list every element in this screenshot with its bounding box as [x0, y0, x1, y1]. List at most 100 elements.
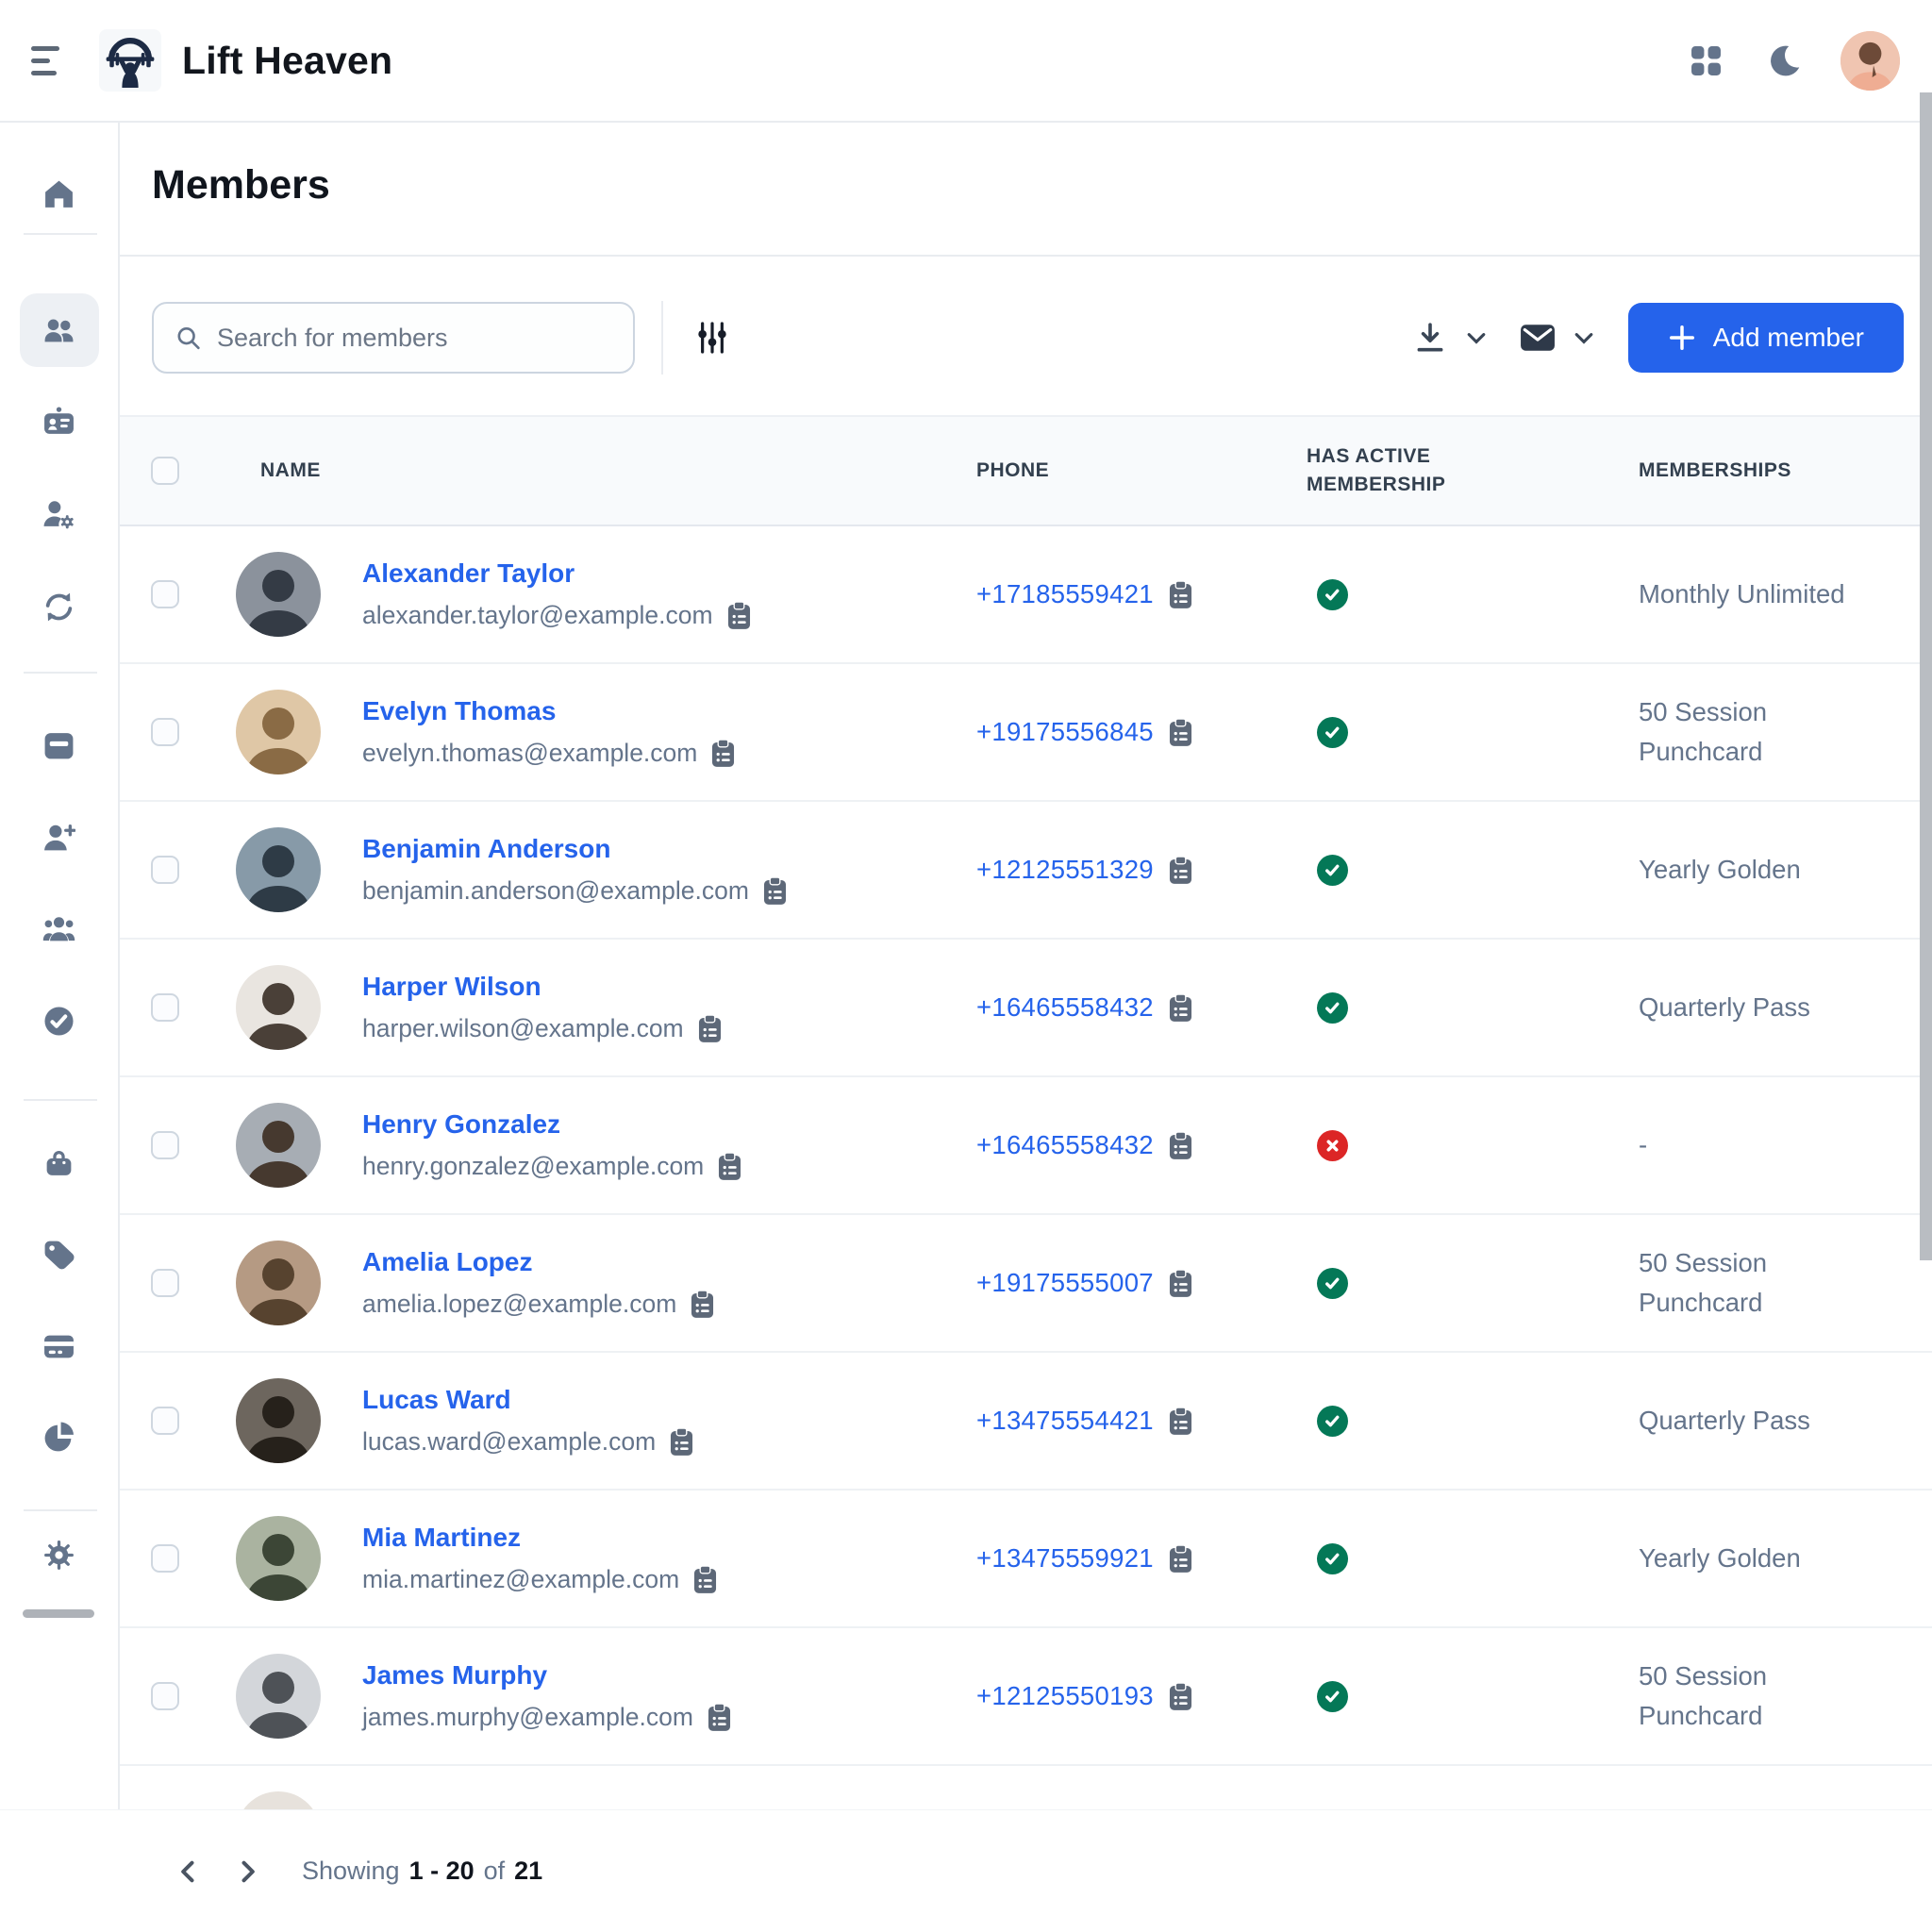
people-group-icon [42, 913, 75, 946]
dark-mode-toggle-moon-icon[interactable] [1763, 39, 1807, 82]
member-email: lucas.ward@example.com [362, 1427, 656, 1457]
sidebar-item-billing[interactable] [39, 1325, 80, 1367]
table-row[interactable]: Mia Martinez mia.martinez@example.com +1… [120, 1491, 1932, 1628]
export-chevron-down-icon[interactable] [1460, 322, 1492, 354]
column-header-name[interactable]: NAME [228, 459, 974, 482]
copy-email-icon[interactable] [670, 1427, 693, 1457]
sidebar-item-reports[interactable] [39, 1416, 80, 1457]
table-row[interactable]: Amelia Lopez amelia.lopez@example.com +1… [120, 1215, 1932, 1353]
member-avatar [236, 1516, 321, 1601]
table-row[interactable]: Alexander Taylor alexander.taylor@exampl… [120, 526, 1932, 664]
table-row[interactable]: James Murphy james.murphy@example.com +1… [120, 1628, 1932, 1766]
copy-phone-icon[interactable] [1169, 718, 1192, 747]
copy-email-icon[interactable] [763, 876, 787, 906]
member-phone[interactable]: +12125551329 [976, 855, 1154, 885]
copy-phone-icon[interactable] [1169, 1131, 1192, 1160]
sidebar-item-members-active[interactable] [20, 293, 99, 367]
menu-toggle-button[interactable] [31, 40, 73, 81]
member-name-link[interactable]: Benjamin Anderson [362, 834, 610, 864]
row-checkbox[interactable] [151, 1269, 179, 1297]
filters-sliders-icon[interactable] [688, 313, 737, 362]
member-phone[interactable]: +13475554421 [976, 1406, 1154, 1436]
copy-phone-icon[interactable] [1169, 1544, 1192, 1574]
column-header-memberships[interactable]: MEMBERSHIPS [1639, 459, 1932, 482]
copy-phone-icon[interactable] [1169, 580, 1192, 609]
row-checkbox[interactable] [151, 1131, 179, 1159]
row-checkbox[interactable] [151, 718, 179, 746]
member-name-link[interactable]: Evelyn Thomas [362, 696, 556, 726]
previous-page-button[interactable] [168, 1851, 209, 1892]
member-name-link[interactable]: Mia Martinez [362, 1523, 521, 1553]
copy-phone-icon[interactable] [1169, 856, 1192, 885]
member-phone[interactable]: +13475559921 [976, 1543, 1154, 1574]
copy-email-icon[interactable] [718, 1152, 741, 1181]
calendar-icon [42, 729, 75, 762]
member-phone[interactable]: +12125550193 [976, 1681, 1154, 1711]
sidebar-item-tags[interactable] [39, 1234, 80, 1275]
member-phone[interactable]: +17185559421 [976, 579, 1154, 609]
member-name-link[interactable]: Harper Wilson [362, 972, 541, 1002]
row-checkbox[interactable] [151, 580, 179, 608]
vertical-scrollbar[interactable] [1920, 92, 1932, 1260]
sidebar-item-id-card[interactable] [39, 401, 80, 442]
email-members-icon[interactable] [1517, 317, 1558, 358]
divider [661, 301, 663, 375]
copy-email-icon[interactable] [708, 1703, 731, 1732]
copy-email-icon[interactable] [711, 739, 735, 768]
member-name-link[interactable]: Amelia Lopez [362, 1247, 532, 1277]
table-header: NAME PHONE HAS ACTIVE MEMBERSHIP MEMBERS… [120, 415, 1932, 526]
column-header-phone[interactable]: PHONE [974, 459, 1304, 482]
sidebar-item-calendar[interactable] [39, 724, 80, 766]
email-chevron-down-icon[interactable] [1568, 322, 1600, 354]
member-memberships: 50 Session Punchcard [1639, 1657, 1867, 1736]
select-all-checkbox[interactable] [151, 457, 179, 485]
member-phone[interactable]: +16465558432 [976, 1130, 1154, 1160]
member-name-link[interactable]: Lucas Ward [362, 1385, 511, 1415]
member-phone[interactable]: +16465558432 [976, 992, 1154, 1023]
sidebar-item-settings[interactable] [39, 1534, 80, 1575]
row-checkbox[interactable] [151, 1682, 179, 1710]
member-name-link[interactable]: James Murphy [362, 1660, 547, 1690]
total-count: 21 [514, 1857, 542, 1886]
apps-grid-icon[interactable] [1684, 39, 1727, 82]
table-row[interactable]: Benjamin Anderson benjamin.anderson@exam… [120, 802, 1932, 940]
table-row[interactable]: Evelyn Thomas evelyn.thomas@example.com … [120, 664, 1932, 802]
sidebar-item-shop[interactable] [39, 1141, 80, 1183]
copy-phone-icon[interactable] [1169, 1407, 1192, 1436]
user-avatar[interactable] [1840, 31, 1900, 91]
sidebar-scrollbar[interactable] [23, 1609, 94, 1618]
row-checkbox[interactable] [151, 856, 179, 884]
sidebar-item-check-ins[interactable] [39, 1000, 80, 1041]
member-name-link[interactable]: Henry Gonzalez [362, 1109, 560, 1140]
copy-email-icon[interactable] [727, 601, 751, 630]
copy-phone-icon[interactable] [1169, 1682, 1192, 1711]
page-title: Members [152, 162, 330, 208]
add-member-button[interactable]: Add member [1628, 303, 1904, 373]
sidebar-item-sync[interactable] [39, 586, 80, 627]
copy-email-icon[interactable] [691, 1290, 714, 1319]
member-phone[interactable]: +19175555007 [976, 1268, 1154, 1298]
sidebar-item-groups[interactable] [39, 908, 80, 950]
sidebar-item-user-add[interactable] [39, 817, 80, 858]
search-input[interactable] [217, 324, 620, 353]
copy-email-icon[interactable] [698, 1014, 722, 1043]
table-row[interactable]: Harper Wilson harper.wilson@example.com … [120, 940, 1932, 1077]
row-checkbox[interactable] [151, 993, 179, 1022]
next-page-button[interactable] [226, 1851, 268, 1892]
sidebar-item-user-settings[interactable] [39, 493, 80, 535]
chevron-left-icon [175, 1858, 202, 1885]
id-card-icon [42, 406, 75, 439]
row-checkbox[interactable] [151, 1407, 179, 1435]
member-name-link[interactable]: Alexander Taylor [362, 558, 575, 589]
table-row[interactable]: Lucas Ward lucas.ward@example.com +13475… [120, 1353, 1932, 1491]
member-memberships: Yearly Golden [1639, 850, 1801, 890]
table-row[interactable]: Henry Gonzalez henry.gonzalez@example.co… [120, 1077, 1932, 1215]
row-checkbox[interactable] [151, 1544, 179, 1573]
copy-phone-icon[interactable] [1169, 1269, 1192, 1298]
member-phone[interactable]: +19175556845 [976, 717, 1154, 747]
export-download-icon[interactable] [1409, 317, 1451, 358]
sidebar-item-home[interactable] [39, 173, 80, 214]
copy-email-icon[interactable] [693, 1565, 717, 1594]
column-header-active-membership[interactable]: HAS ACTIVE MEMBERSHIP [1304, 442, 1469, 500]
copy-phone-icon[interactable] [1169, 993, 1192, 1023]
